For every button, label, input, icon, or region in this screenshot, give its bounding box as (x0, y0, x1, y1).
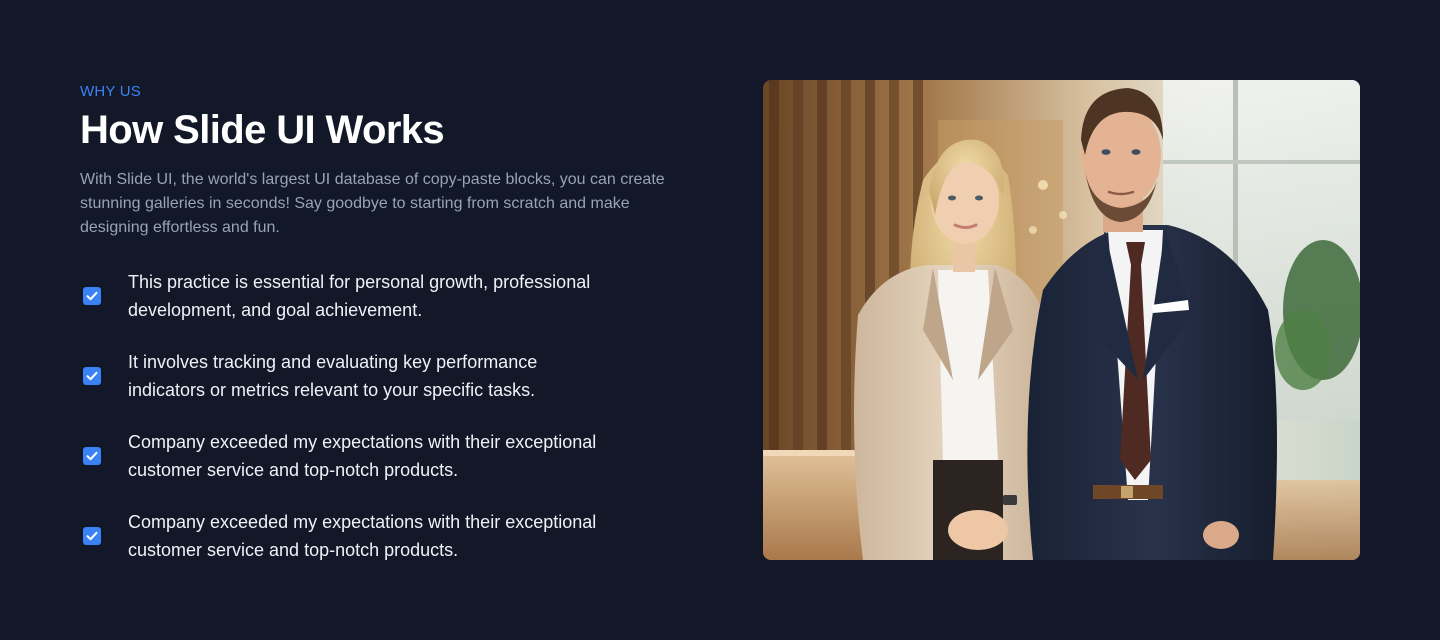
section-description: With Slide UI, the world's largest UI da… (80, 171, 665, 236)
feature-text: This practice is essential for personal … (128, 272, 591, 320)
feature-item: Company exceeded my expectations with th… (80, 428, 690, 484)
feature-item: It involves tracking and evaluating key … (80, 348, 690, 404)
feature-list: This practice is essential for personal … (80, 268, 690, 564)
feature-item: Company exceeded my expectations with th… (80, 508, 690, 564)
feature-text: Company exceeded my expectations with th… (128, 512, 597, 560)
business-people-illustration (763, 80, 1360, 560)
section-title: How Slide UI Works (80, 108, 445, 152)
checkbox-checked-icon (83, 447, 101, 465)
section-eyebrow: WHY US (80, 83, 141, 100)
content-column: WHY US How Slide UI Works With Slide UI,… (80, 82, 690, 588)
feature-text: Company exceeded my expectations with th… (128, 432, 597, 480)
feature-item: This practice is essential for personal … (80, 268, 690, 324)
checkbox-checked-icon (83, 527, 101, 545)
feature-text: It involves tracking and evaluating key … (128, 352, 538, 400)
team-photo (763, 80, 1360, 560)
checkbox-checked-icon (83, 287, 101, 305)
checkbox-checked-icon (83, 367, 101, 385)
why-us-section: WHY US How Slide UI Works With Slide UI,… (0, 0, 1440, 640)
